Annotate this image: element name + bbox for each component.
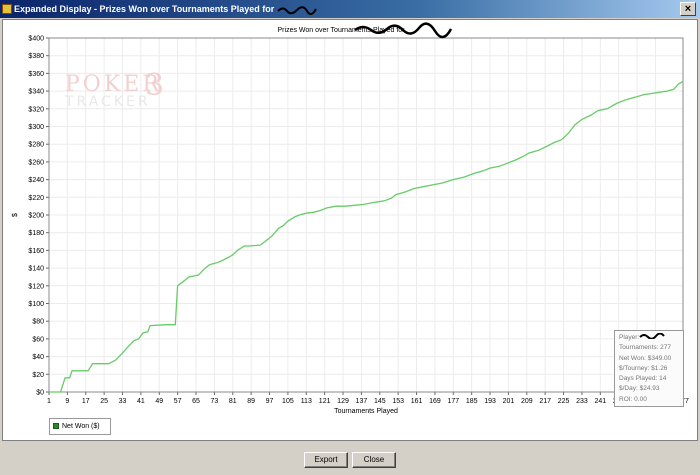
stat-days-played: Days Played: 14 (619, 375, 667, 383)
x-tick-label: 1 (47, 398, 51, 405)
x-tick-label: 57 (174, 398, 182, 405)
y-tick-label: $360 (28, 71, 44, 78)
title-bar[interactable]: Expanded Display - Prizes Won over Tourn… (0, 0, 700, 18)
x-tick-label: 137 (356, 398, 368, 405)
x-axis-label: Tournaments Played (334, 408, 398, 415)
x-tick-label: 65 (192, 398, 200, 405)
y-tick-label: $300 (28, 124, 44, 131)
x-tick-label: 113 (301, 398, 312, 405)
x-tick-label: 169 (429, 398, 441, 405)
y-axis-label: $ (12, 213, 19, 217)
y-tick-label: $220 (28, 195, 44, 202)
redacted-scribble (277, 5, 317, 15)
x-tick-label: 233 (576, 398, 588, 405)
x-tick-label: 209 (521, 398, 533, 405)
y-tick-label: $80 (32, 319, 44, 326)
x-tick-label: 153 (392, 398, 404, 405)
x-tick-label: 129 (337, 398, 349, 405)
y-tick-label: $160 (28, 248, 44, 255)
x-tick-label: 177 (447, 398, 459, 405)
x-tick-label: 185 (466, 398, 478, 405)
y-tick-label: $120 (28, 283, 44, 290)
chart-legend: Net Won ($) (49, 418, 111, 435)
stat-roi: ROI: 0.00 (619, 395, 647, 403)
watermark-line2: TRACKER (65, 94, 151, 110)
y-tick-label: $240 (28, 177, 44, 184)
stat-tournaments: Tournaments: 277 (619, 344, 672, 352)
export-button[interactable]: Export (304, 452, 348, 468)
close-button[interactable]: Close (352, 452, 396, 468)
x-tick-label: 121 (319, 398, 331, 405)
y-tick-label: $20 (32, 372, 44, 379)
x-tick-label: 201 (503, 398, 515, 405)
stat-per-tourney: $/Tourney: $1.26 (619, 364, 668, 372)
x-tick-label: 161 (411, 398, 423, 405)
poker-tracker-watermark: POKER 3 TRACKER (61, 68, 181, 114)
y-tick-label: $380 (28, 53, 44, 60)
x-tick-label: 17 (82, 398, 90, 405)
x-tick-label: 241 (594, 398, 606, 405)
redacted-scribble (639, 332, 666, 340)
y-tick-label: $140 (28, 266, 44, 273)
y-tick-label: $320 (28, 106, 44, 113)
x-tick-label: 145 (374, 398, 386, 405)
y-tick-label: $60 (32, 336, 44, 343)
y-tick-label: $260 (28, 159, 44, 166)
x-tick-label: 97 (266, 398, 274, 405)
legend-swatch (53, 423, 59, 429)
x-tick-label: 25 (100, 398, 108, 405)
y-tick-label: $340 (28, 89, 44, 96)
stat-per-day: $/Day: $24.93 (619, 385, 660, 393)
x-tick-label: 9 (65, 398, 69, 405)
x-tick-label: 193 (484, 398, 496, 405)
x-tick-label: 73 (210, 398, 218, 405)
title-redacted-scribble (354, 22, 453, 39)
x-tick-label: 81 (229, 398, 237, 405)
x-tick-label: 33 (119, 398, 127, 405)
x-tick-label: 225 (558, 398, 570, 405)
y-tick-label: $400 (28, 36, 44, 43)
y-tick-label: $0 (36, 390, 44, 397)
stats-panel: Player: Tournaments: 277 Net Won: $349.0… (614, 330, 684, 407)
close-window-button[interactable]: × (680, 2, 696, 16)
legend-label: Net Won ($) (62, 423, 100, 430)
expanded-display-window: Expanded Display - Prizes Won over Tourn… (0, 0, 700, 475)
x-tick-label: 217 (539, 398, 551, 405)
y-tick-label: $40 (32, 354, 44, 361)
chart-panel: $0 $20 $40 $60 $80 $100 $120 $140 $160 $180 $200 $2… (2, 19, 698, 441)
window-title: Expanded Display - Prizes Won over Tourn… (14, 4, 275, 14)
x-tick-label: 89 (247, 398, 255, 405)
x-tick-label: 41 (137, 398, 145, 405)
button-bar: Export Close (0, 441, 700, 475)
x-tick-label: 49 (155, 398, 163, 405)
y-tick-label: $200 (28, 213, 44, 220)
y-tick-label: $280 (28, 142, 44, 149)
app-icon (2, 4, 12, 14)
stat-player: Player: (619, 332, 679, 343)
x-tick-label: 105 (282, 398, 294, 405)
stat-net-won: Net Won: $349.00 (619, 354, 672, 362)
y-tick-label: $100 (28, 301, 44, 308)
y-tick-label: $180 (28, 230, 44, 237)
